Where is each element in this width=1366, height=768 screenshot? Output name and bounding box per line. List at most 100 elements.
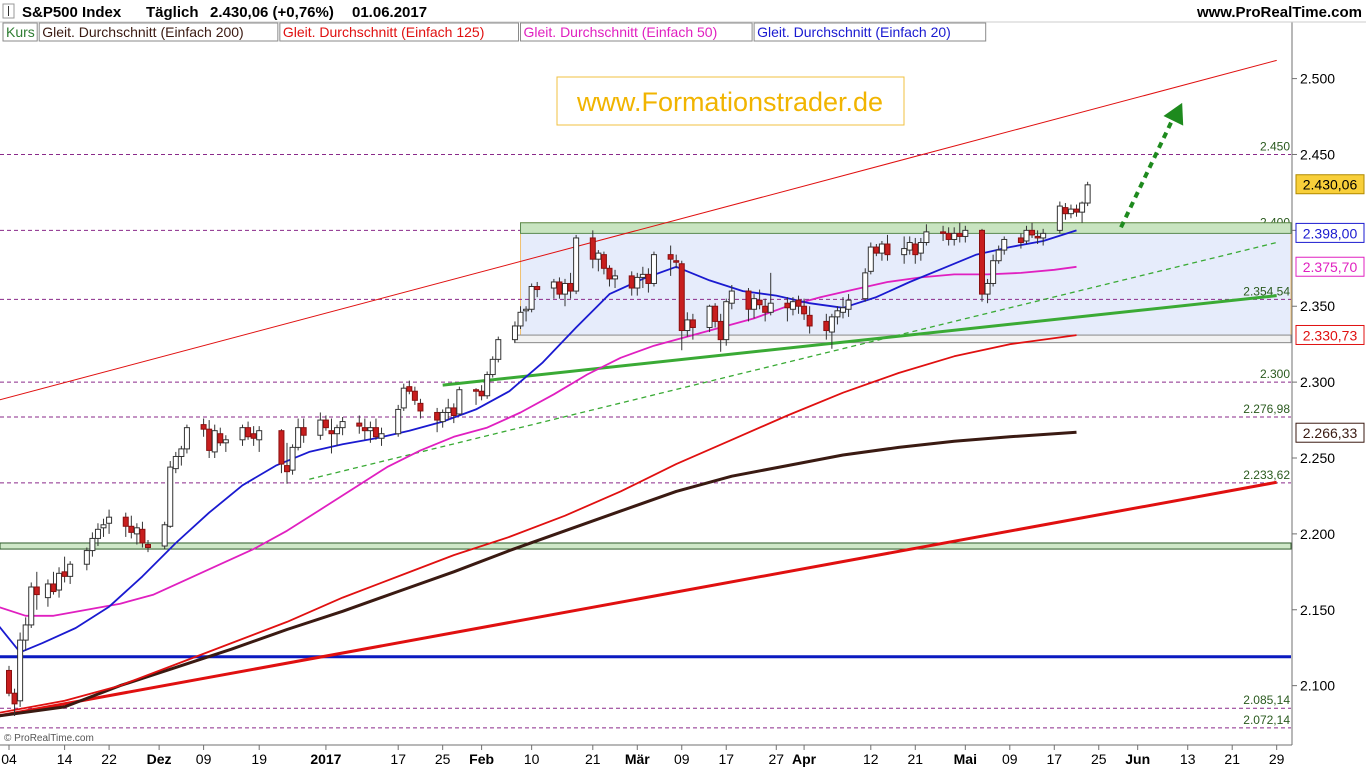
candle-body: [356, 422, 363, 427]
candle-body: [845, 299, 852, 310]
candle-body: [473, 389, 480, 392]
copyright: © ProRealTime.com: [4, 733, 94, 744]
candle-body: [1029, 229, 1036, 236]
candle-body: [567, 282, 574, 292]
candle-body: [211, 430, 218, 453]
candle-body: [484, 374, 491, 397]
candle[interactable]: [489, 356, 496, 378]
x-tick-label: Apr: [792, 751, 817, 767]
x-tick-label: 25: [1091, 751, 1107, 767]
candle[interactable]: [400, 383, 407, 411]
legend-item-label[interactable]: Gleit. Durchschnitt (Einfach 125): [283, 24, 485, 40]
candle-body: [372, 427, 379, 438]
legend-item-label[interactable]: Gleit. Durchschnitt (Einfach 20): [757, 24, 951, 40]
candle-body: [784, 302, 791, 309]
candle-body: [450, 407, 457, 417]
candle-body: [767, 302, 774, 313]
candle[interactable]: [6, 665, 12, 697]
x-tick-label: 14: [57, 751, 73, 767]
x-tick-label: 17: [718, 751, 734, 767]
candle[interactable]: [1084, 181, 1091, 207]
candle[interactable]: [28, 582, 35, 628]
candle-body: [789, 301, 796, 310]
candle[interactable]: [979, 228, 985, 302]
x-tick-label: Feb: [469, 751, 494, 767]
x-tick-label: Dez: [147, 751, 172, 767]
candle[interactable]: [183, 424, 190, 454]
candle-body: [906, 242, 913, 251]
level-label: 2.085,14: [1243, 693, 1290, 707]
candle[interactable]: [289, 444, 296, 475]
candle[interactable]: [706, 304, 713, 333]
candle[interactable]: [862, 268, 869, 302]
candle-body: [562, 282, 568, 295]
price-tag-label: 2.266,33: [1303, 425, 1358, 441]
candle[interactable]: [17, 632, 24, 707]
candle-body: [912, 243, 919, 256]
x-tick-label: 13: [1180, 751, 1196, 767]
legend-item-label[interactable]: Gleit. Durchschnitt (Einfach 200): [42, 24, 244, 40]
candle[interactable]: [495, 336, 502, 363]
price-tag-label: 2.375,70: [1303, 259, 1358, 275]
candle-body: [606, 267, 613, 280]
candle-body: [50, 583, 57, 593]
candle-body: [589, 237, 596, 260]
site-url[interactable]: www.ProRealTime.com: [1196, 4, 1362, 21]
candle-body: [628, 275, 635, 289]
candle-body: [639, 273, 646, 278]
candle-body: [395, 408, 402, 435]
candle-body: [278, 430, 285, 465]
candle-body: [495, 339, 502, 360]
candle[interactable]: [650, 251, 657, 287]
candle-body: [28, 586, 35, 626]
x-tick-label: 04: [1, 751, 17, 767]
candle-body: [712, 305, 719, 322]
candle-body: [645, 273, 652, 284]
price-chart[interactable]: 2.4502.4002.354,542.3002.276,982.233,622…: [0, 0, 1366, 768]
candle-body: [489, 358, 496, 376]
candle[interactable]: [456, 386, 463, 416]
candle-body: [1079, 202, 1086, 213]
candle-body: [56, 572, 63, 591]
candle-body: [439, 411, 446, 423]
candle-body: [183, 427, 190, 450]
candle-body: [245, 427, 252, 438]
legend-item-label[interactable]: Gleit. Durchschnitt (Einfach 50): [524, 24, 718, 40]
candle-body: [962, 229, 969, 237]
candle[interactable]: [167, 461, 174, 528]
candle-body: [573, 237, 580, 292]
candle-body: [328, 430, 335, 435]
candle[interactable]: [723, 298, 730, 346]
candle[interactable]: [395, 404, 402, 437]
candle-body: [756, 299, 763, 306]
y-tick-label: 2.250: [1300, 450, 1335, 466]
candle-body: [361, 427, 368, 432]
candle-body: [33, 586, 40, 596]
candle[interactable]: [528, 283, 535, 313]
price-tag-label: 2.430,06: [1303, 177, 1358, 193]
candle-body: [678, 263, 685, 332]
price-tag-label: 2.398,00: [1303, 225, 1358, 241]
candle-body: [867, 246, 874, 272]
candle-body: [100, 524, 107, 529]
candle-body: [1017, 237, 1024, 244]
candle-body: [400, 387, 407, 409]
candle-body: [22, 624, 29, 641]
zone-support: [0, 542, 1292, 550]
candle-body: [289, 446, 296, 471]
candle[interactable]: [867, 242, 874, 275]
candle[interactable]: [484, 371, 491, 399]
candle-body: [434, 411, 441, 421]
candle[interactable]: [161, 521, 168, 550]
candle-body: [89, 537, 96, 552]
candle-body: [411, 390, 418, 401]
x-tick-label: 21: [585, 751, 601, 767]
candle[interactable]: [1056, 201, 1063, 234]
legend-item-label[interactable]: Kurs: [6, 24, 35, 40]
candle-body: [600, 254, 607, 269]
candle[interactable]: [573, 234, 580, 295]
candle-body: [523, 308, 530, 312]
candle-body: [284, 465, 290, 473]
candle-body: [1001, 238, 1008, 251]
candle-body: [706, 305, 713, 328]
